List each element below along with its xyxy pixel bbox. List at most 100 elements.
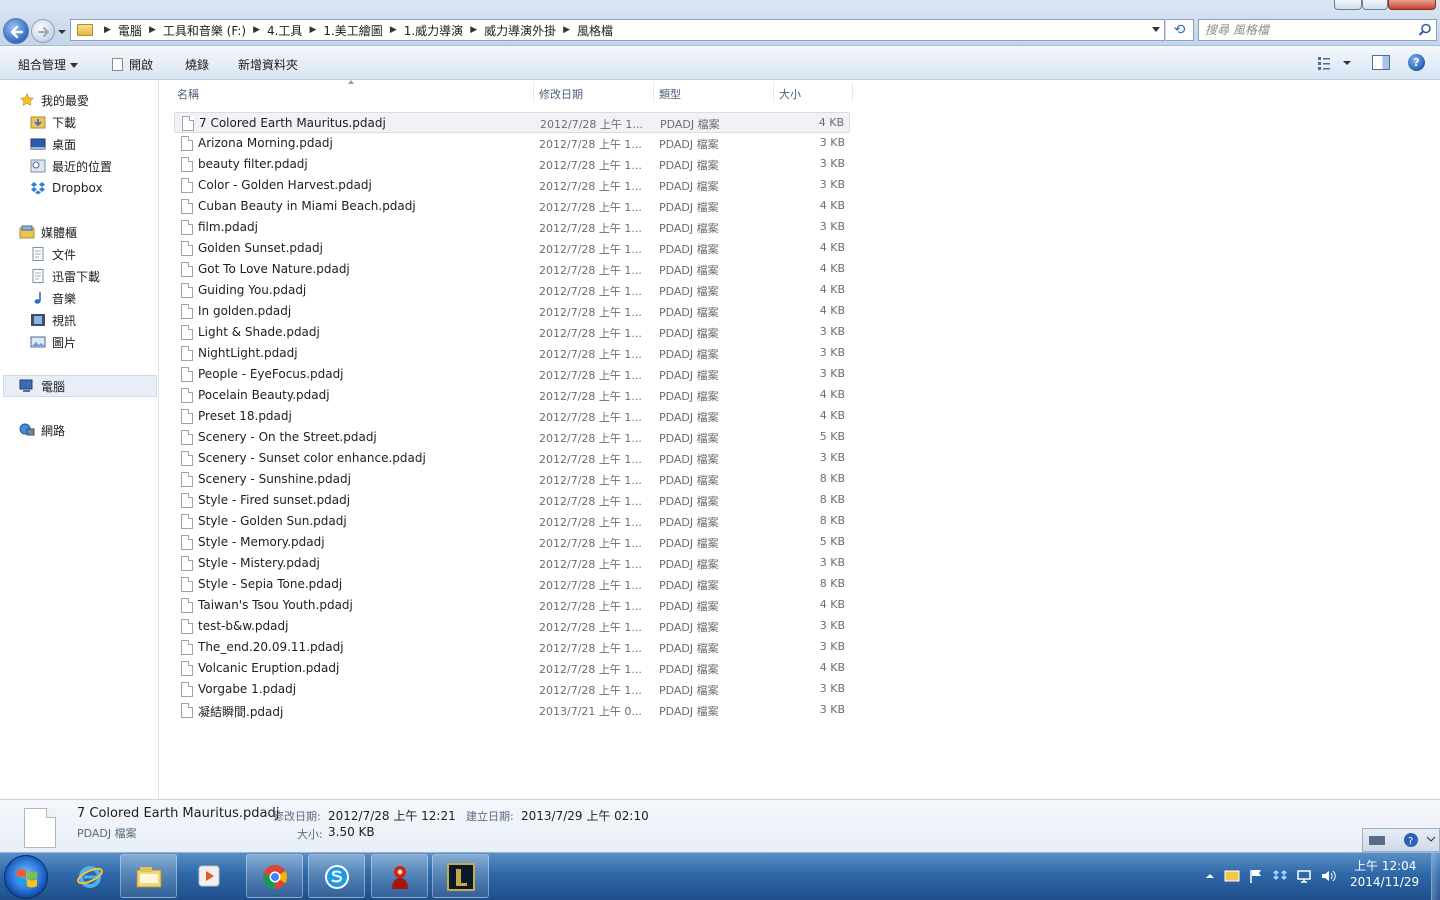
organize-button[interactable]: 組合管理 [18,56,79,73]
nav-recent-places[interactable]: 最近的位置 [30,156,112,176]
breadcrumb-separator-icon[interactable]: ▶ [142,25,163,35]
preview-pane-button[interactable] [1372,55,1390,70]
file-row[interactable]: NightLight.pdadj 2012/7/28 上午 1... PDADJ 檔… [174,343,850,364]
search-input[interactable] [1199,20,1409,40]
nav-libraries[interactable]: 媒體櫃 [19,222,77,242]
file-row[interactable]: Scenery - Sunshine.pdadj 2012/7/28 上午 1..… [174,469,850,490]
breadcrumb-tools[interactable]: 4.工具 [267,22,302,39]
recent-pages-dropdown-icon[interactable] [57,28,67,36]
breadcrumb-powerdirector[interactable]: 1.威力導演 [404,22,463,39]
file-row[interactable]: film.pdadj 2012/7/28 上午 1... PDADJ 檔案 3 KB [174,217,850,238]
file-row[interactable]: Preset 18.pdadj 2012/7/28 上午 1... PDADJ 檔案… [174,406,850,427]
tray-app-icon[interactable] [1224,868,1240,884]
taskbar-game-app[interactable] [371,854,428,898]
back-button[interactable] [3,18,29,44]
new-folder-button[interactable]: 新增資料夾 [238,56,298,73]
minimize-button[interactable] [1334,0,1362,10]
breadcrumb-plugins[interactable]: 威力導演外掛 [484,22,556,39]
change-view-icon[interactable] [1316,56,1356,70]
file-row[interactable]: Scenery - On the Street.pdadj 2012/7/28 上… [174,427,850,448]
file-row[interactable]: In golden.pdadj 2012/7/28 上午 1... PDADJ 檔案… [174,301,850,322]
file-row[interactable]: Style - Sepia Tone.pdadj 2012/7/28 上午 1..… [174,574,850,595]
search-icon[interactable] [1418,23,1432,37]
details-modified-value[interactable]: 2012/7/28 上午 12:21 [328,807,456,824]
file-row[interactable]: Style - Golden Sun.pdadj 2012/7/28 上午 1..… [174,511,850,532]
dropbox-icon[interactable] [1272,868,1288,884]
file-row[interactable]: Color - Golden Harvest.pdadj 2012/7/28 上午… [174,175,850,196]
column-header-type[interactable]: 類型 [659,86,681,102]
nav-pictures[interactable]: 圖片 [30,332,76,352]
breadcrumb-separator-icon[interactable]: ▶ [246,25,267,35]
open-button[interactable]: 開啟 [112,56,153,73]
language-bar[interactable]: ? [1362,828,1440,852]
nav-music[interactable]: 音樂 [30,288,76,308]
address-history-dropdown-icon[interactable] [1152,27,1160,32]
address-bar[interactable]: ▶ 電腦 ▶ 工具和音樂 (F:) ▶ 4.工具 ▶ 1.美工繪圖 ▶ 1.威力… [70,19,1165,41]
file-row[interactable]: 7 Colored Earth Mauritus.pdadj 2012/7/28 … [174,112,850,133]
network-status-icon[interactable] [1296,868,1312,884]
file-row[interactable]: Volcanic Eruption.pdadj 2012/7/28 上午 1...… [174,658,850,679]
file-row[interactable]: 凝結瞬間.pdadj 2013/7/21 上午 0... PDADJ 檔案 3 KB [174,700,850,721]
breadcrumb-separator-icon[interactable]: ▶ [463,25,484,35]
nav-network[interactable]: 網路 [19,420,65,440]
column-header-modified[interactable]: 修改日期 [539,86,583,102]
nav-favorites[interactable]: 我的最愛 [19,90,89,110]
column-divider[interactable] [852,82,853,102]
breadcrumb-drive[interactable]: 工具和音樂 (F:) [163,22,246,39]
nav-desktop[interactable]: 桌面 [30,134,76,154]
refresh-button[interactable]: ⟲ [1166,19,1194,41]
start-button[interactable] [4,855,48,899]
breadcrumb-art[interactable]: 1.美工繪圖 [323,22,382,39]
taskbar-internet-explorer[interactable] [62,854,119,898]
clock-time[interactable]: 上午 12:04 [1354,857,1416,874]
nav-dropbox[interactable]: Dropbox [30,178,103,198]
breadcrumb-separator-icon[interactable]: ▶ [556,25,577,35]
file-row[interactable]: People - EyeFocus.pdadj 2012/7/28 上午 1...… [174,364,850,385]
help-icon[interactable]: ? [1408,54,1425,71]
show-desktop-button[interactable] [1431,853,1440,900]
taskbar-skype[interactable] [308,854,365,898]
nav-computer[interactable]: 電腦 [19,376,65,396]
clock-date[interactable]: 2014/11/29 [1350,875,1419,889]
file-row[interactable]: test-b&w.pdadj 2012/7/28 上午 1... PDADJ 檔案 3… [174,616,850,637]
file-row[interactable]: Golden Sunset.pdadj 2012/7/28 上午 1... PDAD… [174,238,850,259]
file-row[interactable]: Got To Love Nature.pdadj 2012/7/28 上午 1..… [174,259,850,280]
column-divider[interactable] [533,82,534,102]
breadcrumb-current-folder[interactable]: 風格檔 [577,22,613,39]
file-row[interactable]: Scenery - Sunset color enhance.pdadj 2012… [174,448,850,469]
file-row[interactable]: The_end.20.09.11.pdadj 2012/7/28 上午 1... P… [174,637,850,658]
column-divider[interactable] [773,82,774,102]
search-box[interactable] [1198,19,1437,41]
file-row[interactable]: Light & Shade.pdadj 2012/7/28 上午 1... PDAD… [174,322,850,343]
burn-button[interactable]: 燒錄 [185,56,209,73]
taskbar-league-of-legends[interactable] [432,854,489,898]
close-window-button[interactable] [1388,0,1436,10]
nav-downloads[interactable]: 下載 [30,112,76,132]
file-row[interactable]: Guiding You.pdadj 2012/7/28 上午 1... PDADJ … [174,280,850,301]
file-row[interactable]: Arizona Morning.pdadj 2012/7/28 上午 1... PD… [174,133,850,154]
breadcrumb-separator-icon[interactable]: ▶ [383,25,404,35]
maximize-button[interactable] [1362,0,1388,10]
column-header-size[interactable]: 大小 [779,86,801,102]
breadcrumb-separator-icon[interactable]: ▶ [302,25,323,35]
file-row[interactable]: Vorgabe 1.pdadj 2012/7/28 上午 1... PDADJ 檔案… [174,679,850,700]
file-row[interactable]: Taiwan's Tsou Youth.pdadj 2012/7/28 上午 1.… [174,595,850,616]
nav-xunlei-downloads[interactable]: 迅雷下載 [30,266,100,286]
taskbar-windows-explorer[interactable] [120,854,177,898]
forward-button[interactable] [31,19,55,43]
column-divider[interactable] [653,82,654,102]
nav-videos[interactable]: 視訊 [30,310,76,330]
nav-documents[interactable]: 文件 [30,244,76,264]
details-created-value[interactable]: 2013/7/29 上午 02:10 [521,807,649,824]
taskbar-media-player[interactable] [181,854,238,898]
taskbar-chrome[interactable] [246,854,303,898]
file-row[interactable]: Style - Fired sunset.pdadj 2012/7/28 上午 1… [174,490,850,511]
column-header-name[interactable]: 名稱 [177,86,199,102]
action-center-flag-icon[interactable] [1248,868,1264,884]
file-row[interactable]: beauty filter.pdadj 2012/7/28 上午 1... PDAD… [174,154,850,175]
file-row[interactable]: Cuban Beauty in Miami Beach.pdadj 2012/7/… [174,196,850,217]
file-row[interactable]: Pocelain Beauty.pdadj 2012/7/28 上午 1... PD… [174,385,850,406]
breadcrumb-computer[interactable]: 電腦 [118,22,142,39]
file-row[interactable]: Style - Memory.pdadj 2012/7/28 上午 1... PDA… [174,532,850,553]
breadcrumb-separator-icon[interactable]: ▶ [97,25,118,35]
